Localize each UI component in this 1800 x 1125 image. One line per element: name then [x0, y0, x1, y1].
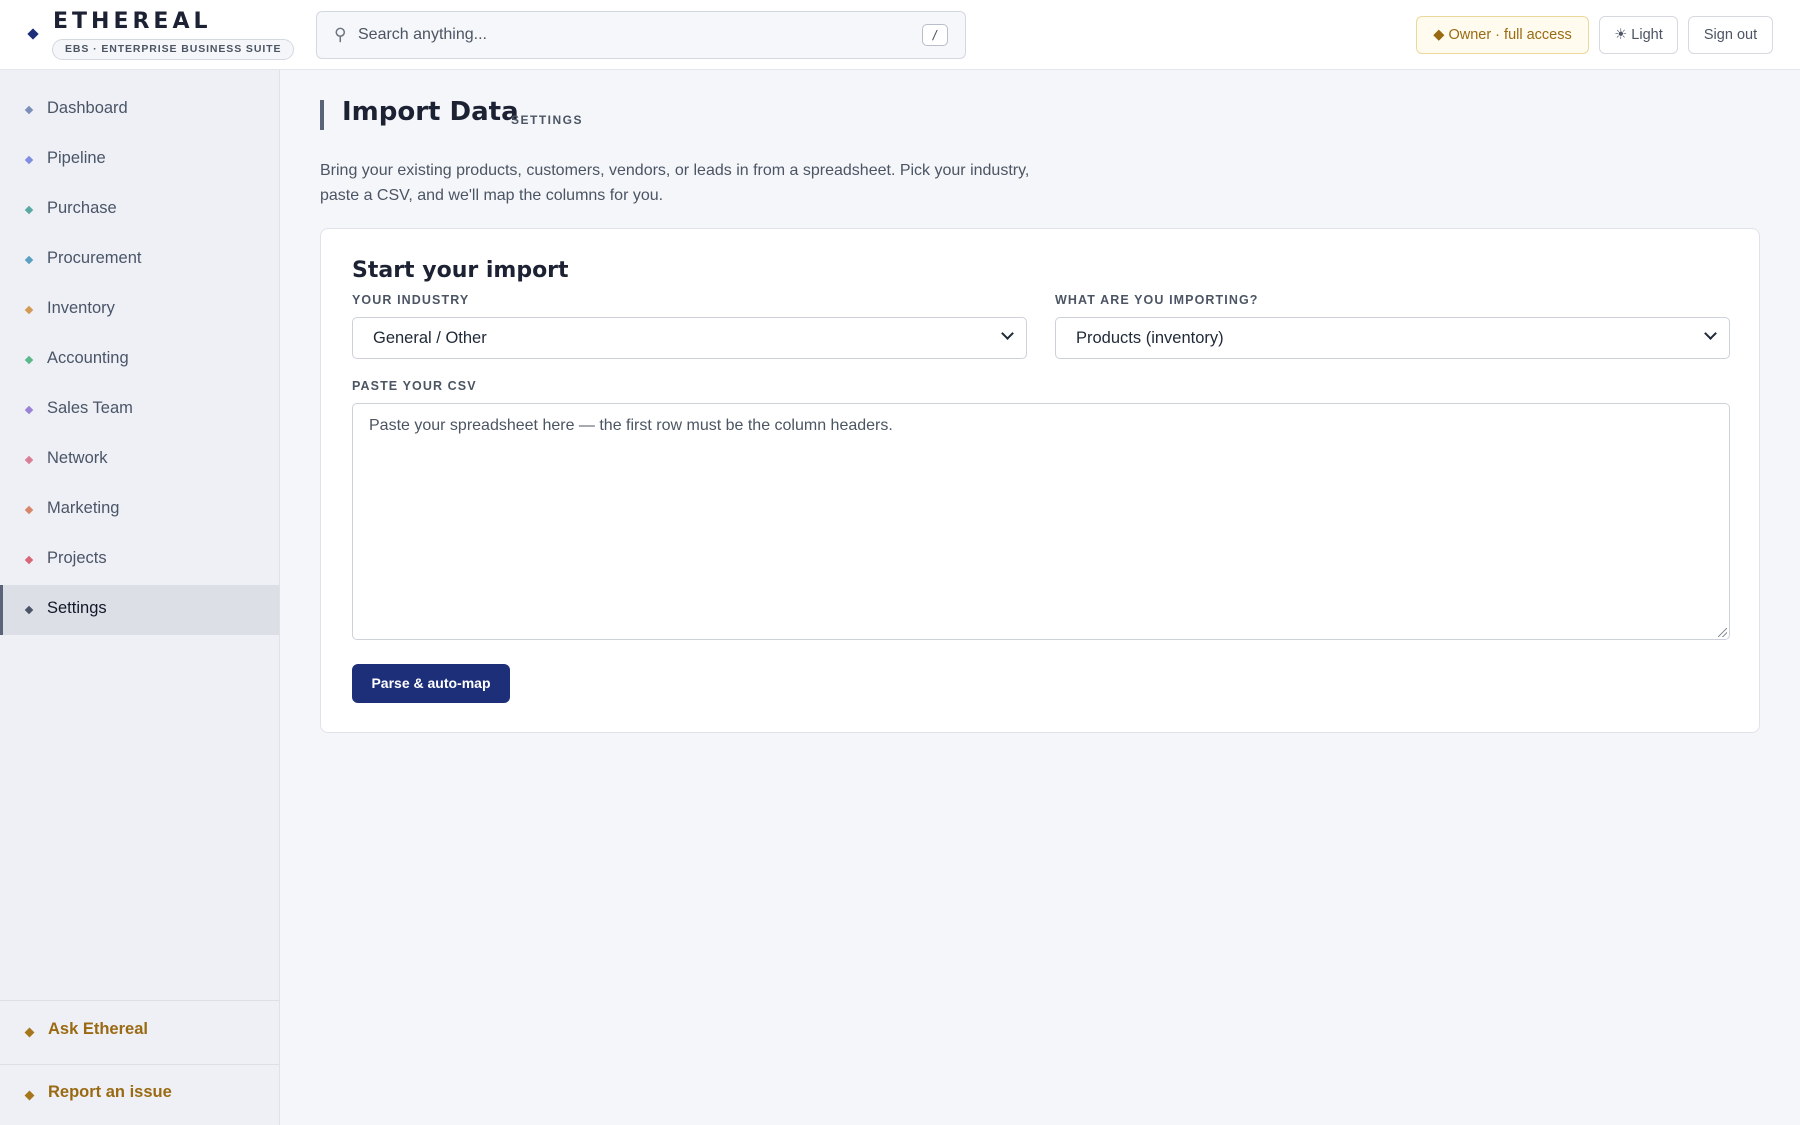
sidebar: Dashboard Pipeline Purchase Procurement … — [0, 70, 280, 1125]
sidebar-item-label: Pipeline — [47, 149, 106, 167]
chevron-down-icon — [1704, 327, 1717, 340]
sidebar-item-label: Inventory — [47, 299, 115, 317]
search-bar[interactable]: ⚲ / — [316, 11, 966, 59]
sidebar-item-projects[interactable]: Projects — [0, 535, 279, 585]
ask-ethereal-button[interactable]: Ask Ethereal — [0, 1007, 279, 1057]
importing-select-value: Products (inventory) — [1076, 329, 1224, 347]
owner-access-button[interactable]: ◆ Owner · full access — [1416, 16, 1589, 54]
sidebar-item-marketing[interactable]: Marketing — [0, 485, 279, 535]
diamond-icon — [24, 1027, 35, 1038]
importing-select[interactable]: Products (inventory) — [1055, 317, 1730, 359]
diamond-icon — [24, 155, 34, 165]
diamond-icon — [24, 605, 34, 615]
chevron-down-icon — [1001, 327, 1014, 340]
page-section-label: SETTINGS — [511, 113, 584, 127]
report-issue-label: Report an issue — [48, 1083, 172, 1101]
industry-label: YOUR INDUSTRY — [352, 293, 470, 307]
diamond-icon — [24, 505, 34, 515]
brand-tagline: EBS · ENTERPRISE BUSINESS SUITE — [52, 39, 295, 60]
sidebar-item-procurement[interactable]: Procurement — [0, 235, 279, 285]
theme-toggle-button[interactable]: ☀ Light — [1599, 16, 1678, 54]
sidebar-item-inventory[interactable]: Inventory — [0, 285, 279, 335]
sidebar-item-label: Settings — [47, 599, 107, 617]
resize-handle-icon[interactable] — [1718, 628, 1727, 637]
sidebar-item-settings[interactable]: Settings — [0, 585, 279, 635]
sidebar-divider — [0, 1000, 279, 1001]
diamond-icon — [24, 105, 34, 115]
sidebar-item-label: Sales Team — [47, 399, 133, 417]
diamond-icon — [24, 555, 34, 565]
sidebar-item-label: Procurement — [47, 249, 142, 267]
importing-label: WHAT ARE YOU IMPORTING? — [1055, 293, 1259, 307]
sidebar-item-dashboard[interactable]: Dashboard — [0, 85, 279, 135]
diamond-icon — [24, 255, 34, 265]
sidebar-item-label: Network — [47, 449, 108, 467]
diamond-icon — [24, 205, 34, 215]
diamond-icon — [24, 355, 34, 365]
diamond-icon — [24, 305, 34, 315]
search-shortcut-key: / — [922, 24, 948, 46]
search-icon: ⚲ — [334, 25, 347, 44]
sidebar-item-label: Dashboard — [47, 99, 128, 117]
sidebar-item-accounting[interactable]: Accounting — [0, 335, 279, 385]
parse-auto-map-button[interactable]: Parse & auto-map — [352, 664, 510, 703]
brand-diamond-icon — [27, 28, 39, 40]
report-issue-button[interactable]: Report an issue — [0, 1070, 279, 1120]
diamond-icon — [24, 405, 34, 415]
csv-textarea[interactable]: Paste your spreadsheet here — the first … — [352, 403, 1730, 640]
ask-ethereal-label: Ask Ethereal — [48, 1020, 148, 1038]
sidebar-item-label: Accounting — [47, 349, 129, 367]
sign-out-button[interactable]: Sign out — [1688, 16, 1773, 54]
sidebar-item-label: Marketing — [47, 499, 120, 517]
industry-select[interactable]: General / Other — [352, 317, 1027, 359]
card-title: Start your import — [352, 258, 569, 283]
sidebar-divider — [0, 1064, 279, 1065]
sidebar-item-label: Projects — [47, 549, 107, 567]
diamond-icon — [24, 1090, 35, 1101]
page-title: Import Data — [342, 97, 519, 127]
search-input[interactable] — [358, 22, 898, 48]
diamond-icon — [24, 455, 34, 465]
industry-select-value: General / Other — [373, 329, 487, 347]
sidebar-item-network[interactable]: Network — [0, 435, 279, 485]
csv-label: PASTE YOUR CSV — [352, 379, 477, 393]
sidebar-item-sales-team[interactable]: Sales Team — [0, 385, 279, 435]
brand-name[interactable]: ETHEREAL — [53, 9, 212, 34]
top-bar: ETHEREAL EBS · ENTERPRISE BUSINESS SUITE… — [0, 0, 1800, 70]
page-description: Bring your existing products, customers,… — [320, 162, 1030, 204]
sidebar-item-purchase[interactable]: Purchase — [0, 185, 279, 235]
import-card: Start your import YOUR INDUSTRY General … — [320, 228, 1760, 733]
sidebar-item-pipeline[interactable]: Pipeline — [0, 135, 279, 185]
page-title-accent-bar — [320, 100, 324, 130]
sidebar-item-label: Purchase — [47, 199, 117, 217]
csv-placeholder: Paste your spreadsheet here — the first … — [369, 417, 893, 434]
